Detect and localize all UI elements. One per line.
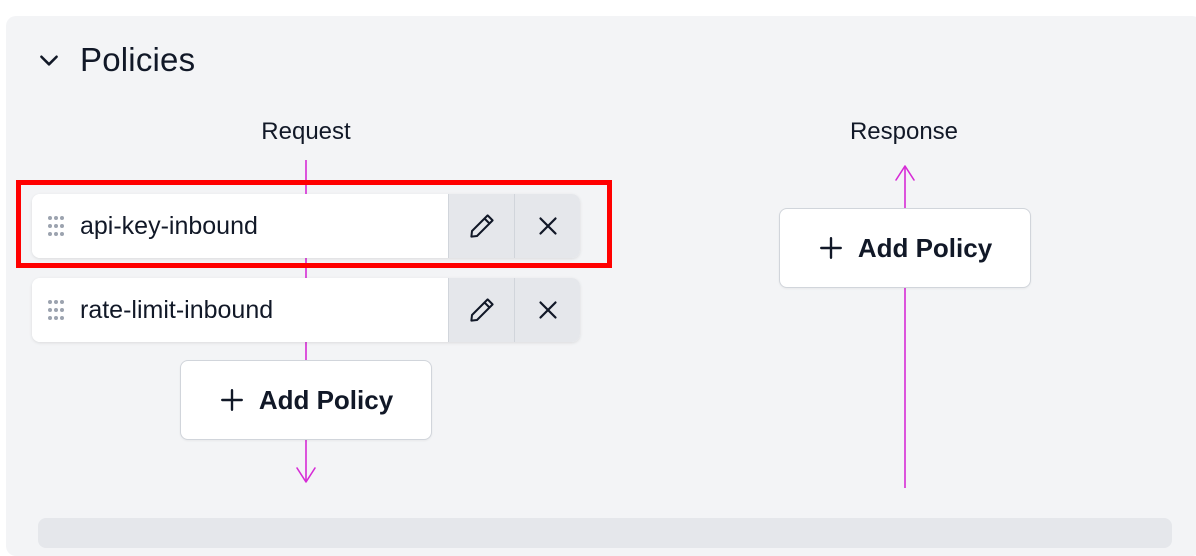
drag-handle-icon[interactable] [44, 298, 68, 322]
policy-main: rate-limit-inbound [32, 278, 448, 342]
policy-name: api-key-inbound [80, 211, 258, 240]
close-icon [538, 301, 557, 319]
section-title: Policies [80, 41, 196, 78]
policy-card-api-key-inbound: api-key-inbound [32, 194, 580, 258]
remove-policy-button[interactable] [514, 194, 580, 258]
close-icon [538, 217, 557, 235]
policy-card-rate-limit-inbound: rate-limit-inbound [32, 278, 580, 342]
plus-icon [220, 389, 243, 411]
pencil-icon [469, 298, 494, 322]
pencil-icon [469, 214, 494, 238]
add-policy-label: Add Policy [857, 232, 993, 263]
policy-main: api-key-inbound [32, 194, 448, 258]
drag-handle-icon[interactable] [44, 214, 68, 238]
response-add-policy-button[interactable]: Add Policy [779, 208, 1031, 288]
add-policy-label: Add Policy [258, 384, 394, 415]
plus-icon [819, 237, 842, 259]
request-label: Request [261, 118, 351, 145]
response-label: Response [849, 118, 959, 145]
edit-policy-button[interactable] [448, 278, 514, 342]
edit-policy-button[interactable] [448, 194, 514, 258]
chevron-down-icon[interactable] [36, 47, 62, 73]
request-add-policy-button[interactable]: Add Policy [180, 360, 432, 440]
policy-name: rate-limit-inbound [80, 295, 274, 324]
remove-policy-button[interactable] [514, 278, 580, 342]
next-section-bar [38, 518, 1172, 548]
policies-section-header[interactable]: Policies [36, 40, 195, 80]
